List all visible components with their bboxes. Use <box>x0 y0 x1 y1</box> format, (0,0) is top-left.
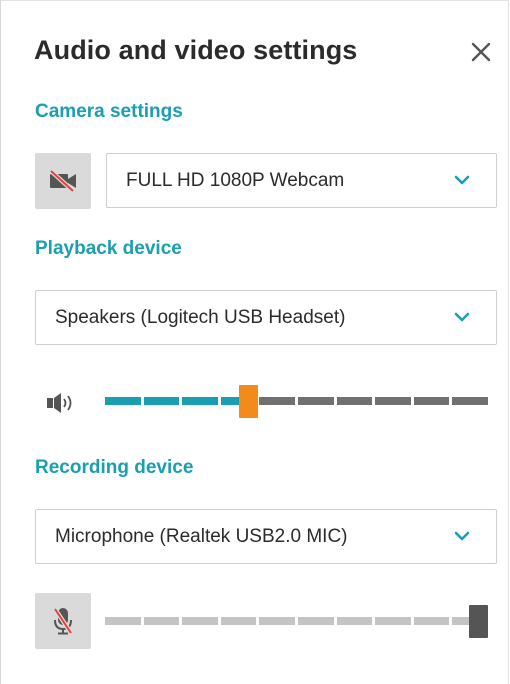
recording-volume-slider[interactable] <box>105 604 488 638</box>
playback-volume-segment <box>105 397 141 405</box>
recording-volume-segment <box>105 617 141 625</box>
camera-select-value: FULL HD 1080P Webcam <box>126 169 345 191</box>
playback-volume-segment <box>298 397 334 405</box>
recording-volume-segment <box>375 617 411 625</box>
playback-volume-segment <box>452 397 488 405</box>
playback-device-label: Playback device <box>35 238 182 259</box>
dialog-title: Audio and video settings <box>34 35 358 65</box>
playback-volume-thumb[interactable] <box>239 384 259 418</box>
audio-video-settings-dialog: Audio and video settings Camera settings… <box>0 0 509 684</box>
microphone-toggle-button[interactable] <box>35 593 91 649</box>
camera-toggle-button[interactable] <box>35 153 91 209</box>
chevron-down-icon <box>454 531 470 541</box>
recording-volume-segment <box>182 617 218 625</box>
close-button[interactable] <box>467 38 495 66</box>
playback-volume-segment <box>259 397 295 405</box>
close-icon <box>471 42 491 62</box>
playback-volume-segment <box>375 397 411 405</box>
recording-volume-thumb[interactable] <box>469 604 488 638</box>
recording-device-select-value: Microphone (Realtek USB2.0 MIC) <box>55 525 348 547</box>
chevron-down-icon <box>454 312 470 322</box>
recording-volume-segment <box>220 617 257 625</box>
playback-volume-segment <box>336 397 373 405</box>
recording-volume-segment <box>143 617 180 625</box>
playback-device-select-value: Speakers (Logitech USB Headset) <box>55 306 346 328</box>
microphone-off-icon <box>53 607 73 635</box>
playback-volume-segment <box>413 397 450 405</box>
camera-select[interactable]: FULL HD 1080P Webcam <box>106 153 497 208</box>
speaker-icon[interactable] <box>47 392 81 414</box>
recording-volume-segment <box>298 617 334 625</box>
playback-volume-slider[interactable] <box>105 384 488 418</box>
chevron-down-icon <box>454 175 470 185</box>
playback-volume-segment <box>182 397 218 405</box>
playback-device-select[interactable]: Speakers (Logitech USB Headset) <box>35 290 497 345</box>
recording-volume-segment <box>413 617 450 625</box>
playback-volume-segment <box>143 397 180 405</box>
recording-volume-segment <box>336 617 373 625</box>
recording-volume-segment <box>259 617 295 625</box>
recording-device-select[interactable]: Microphone (Realtek USB2.0 MIC) <box>35 509 497 564</box>
camera-settings-label: Camera settings <box>35 101 183 122</box>
camera-off-icon <box>49 169 76 193</box>
recording-device-label: Recording device <box>35 457 194 478</box>
